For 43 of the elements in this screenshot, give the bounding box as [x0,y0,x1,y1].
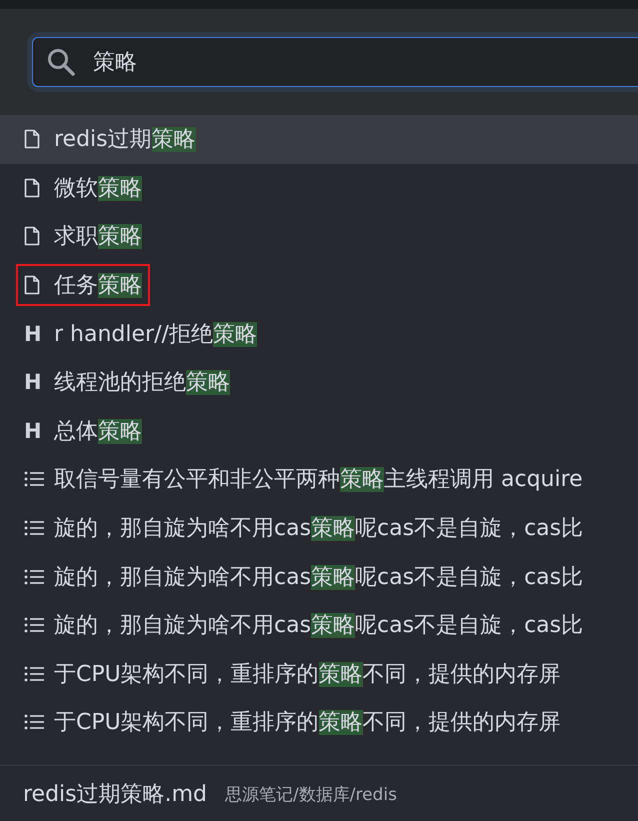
document-icon [24,226,40,246]
search-result[interactable]: H 总体策略 [0,406,638,456]
search-result[interactable]: 任务策略 [0,260,638,310]
search-result[interactable]: 旋的，那自旋为啥不用cas策略呢cas不是自旋，cas比 [0,600,638,650]
list-icon [24,471,44,488]
search-result[interactable]: 取信号量有公平和非公平两种策略主线程调用 acquire [0,455,638,504]
search-field[interactable]: 策略 [32,37,638,87]
result-text: 旋的，那自旋为啥不用cas策略呢cas不是自旋，cas比 [54,515,584,544]
search-result[interactable]: 求职策略 [0,212,638,261]
search-result[interactable]: 于CPU架构不同，重排序的策略不同，提供的内存屏 [0,698,638,747]
result-text: 求职策略 [54,223,142,252]
search-icon [46,47,76,77]
search-result[interactable]: 旋的，那自旋为啥不用cas策略呢cas不是自旋，cas比 [0,504,638,552]
list-icon [24,568,44,585]
search-result[interactable]: H 线程池的拒绝策略 [0,358,638,407]
result-text: 旋的，那自旋为啥不用cas策略呢cas不是自旋，cas比 [54,612,584,640]
document-icon [24,275,40,296]
result-text: 总体策略 [54,418,142,446]
list-icon [24,520,44,536]
document-icon [24,129,40,150]
result-text: 取信号量有公平和非公平两种策略主线程调用 acquire [54,466,583,494]
file-name: redis过期策略.md [23,781,208,809]
search-result[interactable]: 于CPU架构不同，重排序的策略不同，提供的内存屏 [0,650,638,698]
list-icon [24,666,44,682]
document-icon [24,178,40,198]
result-text: 线程池的拒绝策略 [54,369,230,398]
list-icon [24,714,44,730]
result-text: 任务策略 [54,272,142,300]
result-text: redis过期策略 [54,126,196,154]
result-text: 旋的，那自旋为啥不用cas策略呢cas不是自旋，cas比 [54,564,584,592]
search-result[interactable]: redis过期策略 [0,115,638,164]
heading-icon: H [24,418,42,443]
search-result[interactable]: 旋的，那自旋为啥不用cas策略呢cas不是自旋，cas比 [0,552,638,601]
list-icon [24,617,44,634]
search-result[interactable]: 微软策略 [0,164,638,212]
search-result[interactable]: H r handler//拒绝策略 [0,309,638,358]
heading-icon: H [24,370,42,394]
result-text: 微软策略 [54,174,142,203]
result-text: 于CPU架构不同，重排序的策略不同，提供的内存屏 [54,709,561,738]
file-path: 思源笔记/数据库/redis [225,784,397,806]
result-text: r handler//拒绝策略 [54,320,257,349]
heading-icon: H [24,322,42,346]
result-text: 于CPU架构不同，重排序的策略不同，提供的内存屏 [54,660,561,689]
